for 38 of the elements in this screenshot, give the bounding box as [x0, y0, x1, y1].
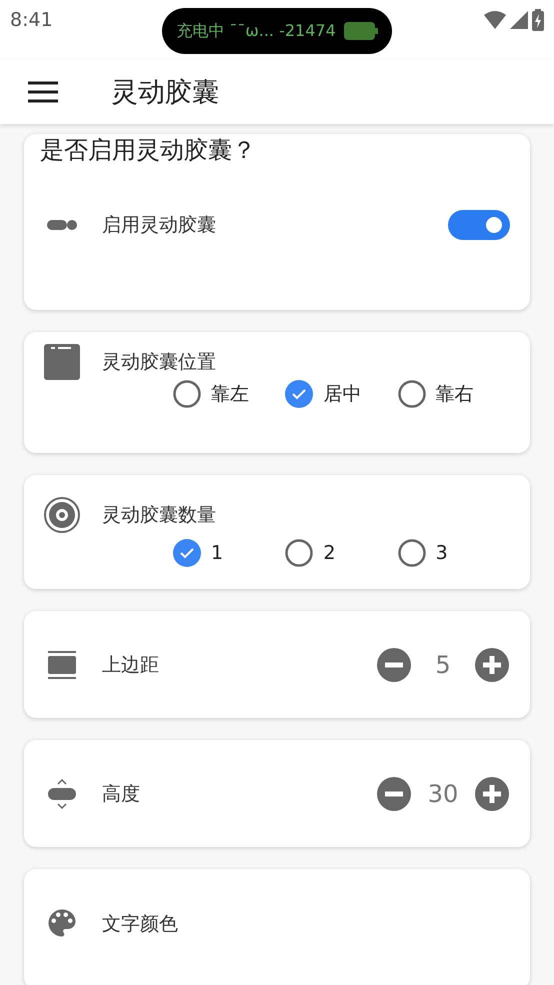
- target-icon: [44, 497, 80, 533]
- wifi-icon: [484, 11, 506, 29]
- radio-option[interactable]: 3: [398, 539, 510, 567]
- minus-icon: [376, 646, 412, 682]
- increase-button[interactable]: [474, 646, 510, 682]
- radio-option[interactable]: 2: [285, 539, 398, 567]
- plus-icon: [474, 646, 510, 682]
- card-heading: 是否启用灵动胶囊？: [40, 135, 257, 166]
- phone-frame-icon: [44, 344, 80, 380]
- pill-icon: [47, 218, 77, 232]
- setting-label: 启用灵动胶囊: [102, 213, 216, 238]
- increase-button[interactable]: [474, 776, 510, 812]
- stepper-value: 5: [434, 650, 452, 678]
- pill-text: 充电中 ¯¯ω... -21474: [176, 20, 336, 42]
- minus-icon: [376, 776, 412, 812]
- radio-option[interactable]: 靠右: [398, 380, 510, 408]
- height-adjust-icon: [47, 778, 77, 810]
- setting-label: 高度: [102, 782, 140, 806]
- decrease-button[interactable]: [376, 776, 412, 812]
- battery-charging-icon: [532, 9, 544, 31]
- radio-option[interactable]: 1: [173, 539, 286, 567]
- stepper-value: 30: [426, 780, 460, 808]
- radio-option[interactable]: 靠左: [173, 380, 286, 408]
- radio-option[interactable]: 居中: [285, 380, 398, 408]
- page-title: 灵动胶囊: [111, 76, 219, 110]
- clock: 8:41: [10, 9, 53, 31]
- setting-label: 灵动胶囊位置: [102, 350, 216, 375]
- setting-label: 灵动胶囊数量: [102, 503, 216, 528]
- toggle-switch[interactable]: [448, 210, 510, 240]
- plus-icon: [474, 776, 510, 812]
- setting-label: 文字颜色: [102, 912, 178, 937]
- battery-icon: [344, 22, 378, 40]
- signal-icon: [510, 11, 528, 29]
- top-margin-icon: [47, 650, 77, 680]
- menu-button[interactable]: [28, 81, 58, 103]
- decrease-button[interactable]: [376, 646, 412, 682]
- setting-label: 上边距: [102, 652, 159, 678]
- menu-icon: [28, 81, 58, 103]
